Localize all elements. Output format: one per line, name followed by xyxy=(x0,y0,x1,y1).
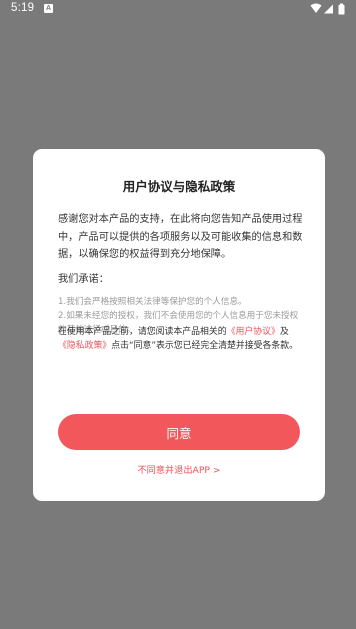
status-bar: 5:19 A xyxy=(0,0,356,18)
signal-icon xyxy=(324,4,333,14)
wifi-icon xyxy=(310,3,322,13)
dialog-title: 用户协议与隐私政策 xyxy=(122,179,236,194)
disagree-exit-link[interactable]: 不同意并退出APP > xyxy=(33,462,325,476)
screen-overlay: 5:19 A 用户协议与隐私政策 感谢您对本产品的支持，在此将向您告知产品使用过… xyxy=(0,0,356,629)
status-icons xyxy=(310,3,348,15)
user-agreement-link[interactable]: 《用户协议》 xyxy=(227,327,280,337)
privacy-policy-link[interactable]: 《隐私政策》 xyxy=(58,341,111,351)
promise-item: 1.我们会严格按照相关法律等保护您的个人信息。 xyxy=(58,297,247,307)
privacy-dialog: 用户协议与隐私政策 感谢您对本产品的支持，在此将向您告知产品使用过程中，产品可以… xyxy=(33,149,325,501)
status-time: 5:19 xyxy=(11,2,35,14)
agree-button[interactable]: 同意 xyxy=(58,414,300,450)
intro-text: 感谢您对本产品的支持，在此将向您告知产品使用过程中，产品可以提供的各项服务以及可… xyxy=(58,214,303,260)
consent-text-part2: 点击“同意”表示您已经完全清楚并接受各条款。 xyxy=(111,341,298,351)
consent-text: 在使用本产品之前，请您阅读本产品相关的《用户协议》及《隐私政策》点击“同意”表示… xyxy=(58,325,304,353)
battery-icon xyxy=(338,3,345,15)
consent-and: 及 xyxy=(279,327,289,337)
consent-text-part1: 在使用本产品之前，请您阅读本产品相关的 xyxy=(58,327,227,337)
a-notification-icon: A xyxy=(44,4,53,13)
promise-heading: 我们承诺： xyxy=(58,274,109,285)
